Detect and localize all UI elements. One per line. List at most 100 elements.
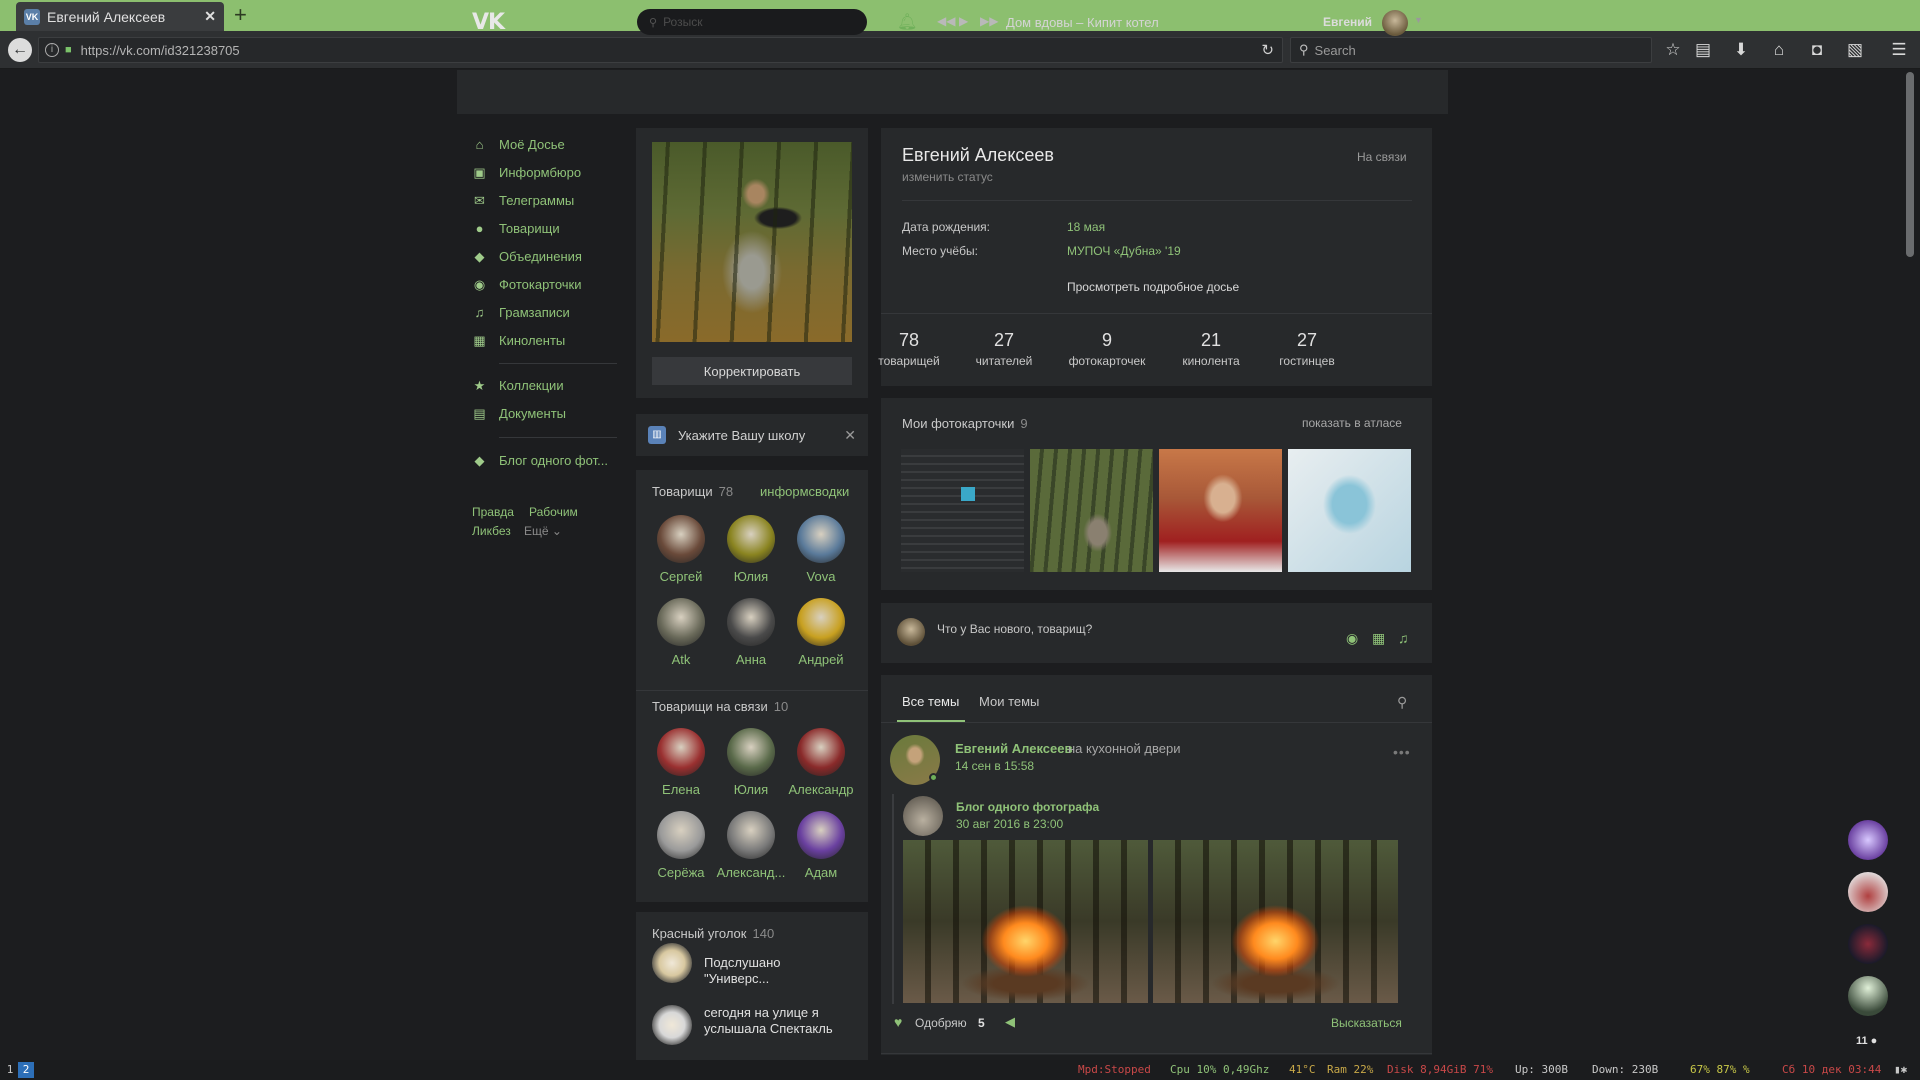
friend-name[interactable]: Юлия xyxy=(716,569,786,584)
header-user-avatar[interactable] xyxy=(1382,10,1408,36)
new-post-input[interactable] xyxy=(937,622,1317,636)
chevron-down-icon[interactable]: ▼ xyxy=(1414,15,1423,25)
friend-item[interactable]: Анна xyxy=(716,598,786,667)
vk-search-box[interactable]: ⚲ xyxy=(637,9,867,35)
friend-name[interactable]: Андрей xyxy=(786,652,856,667)
group-name[interactable]: Подслушано "Универс... xyxy=(704,955,849,987)
full-profile-link[interactable]: Просмотреть подробное досье xyxy=(1067,280,1239,294)
share-megaphone-icon[interactable]: ◀ xyxy=(1005,1014,1015,1030)
menu-item[interactable]: ◉ Фотокарточки xyxy=(472,274,582,294)
info-icon[interactable]: i xyxy=(45,43,59,57)
online-friend-item[interactable]: Серёжа xyxy=(646,811,716,880)
school-prompt[interactable]: ▥ Укажите Вашу школу ✕ xyxy=(636,414,868,456)
footer-link-work[interactable]: Рабочим xyxy=(529,505,578,519)
online-friend-item[interactable]: Адам xyxy=(786,811,856,880)
menu-item[interactable]: ♫ Грамзаписи xyxy=(472,302,570,322)
friend-item[interactable]: Сергей xyxy=(646,515,716,584)
online-friend-item[interactable]: Александр xyxy=(786,728,856,797)
chat-contact-avatar[interactable] xyxy=(1848,924,1888,964)
friends-header[interactable]: Товарищи 78 xyxy=(652,484,733,499)
group-avatar[interactable] xyxy=(652,1005,692,1045)
friend-name[interactable]: Юлия xyxy=(716,782,786,797)
tab-my-topics[interactable]: Мои темы xyxy=(979,694,1039,709)
menu-item[interactable]: ▦ Киноленты xyxy=(472,330,565,350)
online-friend-item[interactable]: Елена xyxy=(646,728,716,797)
url-text[interactable]: https://vk.com/id321238705 xyxy=(81,43,240,58)
group-item[interactable]: Подслушано "Универс... xyxy=(652,943,849,987)
back-arrow-icon[interactable]: ← xyxy=(8,38,32,62)
post-date[interactable]: 14 сен в 15:58 xyxy=(955,759,1034,773)
vk-logo[interactable]: VK xyxy=(472,10,505,35)
more-options-icon[interactable]: ••• xyxy=(1393,744,1411,760)
birthday-value[interactable]: 18 мая xyxy=(1067,220,1105,234)
tab-all-topics[interactable]: Все темы xyxy=(902,694,959,709)
friend-name[interactable]: Александр xyxy=(786,782,856,797)
chat-contact-avatar[interactable] xyxy=(1848,976,1888,1016)
previous-track-icon[interactable]: ◀◀ xyxy=(937,14,955,28)
school-prompt-text[interactable]: Укажите Вашу школу xyxy=(678,428,844,443)
menu-item[interactable]: ▤ Документы xyxy=(472,403,566,423)
post-photo-campfire-1[interactable] xyxy=(903,840,1148,1003)
menu-item[interactable]: ★ Коллекции xyxy=(472,375,564,395)
photo-thumbnail-portrait[interactable] xyxy=(1159,449,1282,572)
home-button-icon[interactable]: ⌂ xyxy=(1768,39,1790,61)
profile-photo[interactable] xyxy=(652,142,852,342)
avatar[interactable] xyxy=(727,811,775,859)
vk-search-input[interactable] xyxy=(663,15,844,29)
friend-name[interactable]: Atk xyxy=(646,652,716,667)
avatar[interactable] xyxy=(797,598,845,646)
friend-name[interactable]: Серёжа xyxy=(646,865,716,880)
camera-icon[interactable]: ◉ xyxy=(1346,630,1358,647)
friend-item[interactable]: Андрей xyxy=(786,598,856,667)
photo-thumbnail-forest[interactable] xyxy=(1030,449,1153,572)
post-photo-campfire-2[interactable] xyxy=(1153,840,1398,1003)
friends-updates-link[interactable]: информсводки xyxy=(760,484,849,499)
friend-name[interactable]: Александ... xyxy=(716,865,786,880)
friend-name[interactable]: Vova xyxy=(786,569,856,584)
chat-contact-avatar[interactable] xyxy=(1848,872,1888,912)
menu-item[interactable]: ✉ Телеграммы xyxy=(472,190,574,210)
avatar[interactable] xyxy=(797,515,845,563)
repost-group-avatar[interactable] xyxy=(903,796,943,836)
download-icon[interactable]: ⬇ xyxy=(1730,39,1752,61)
footer-link-likbez[interactable]: Ликбез xyxy=(472,524,511,538)
extension-icon[interactable]: ▧ xyxy=(1844,39,1866,61)
avatar[interactable] xyxy=(657,515,705,563)
music-icon[interactable]: ♫ xyxy=(1398,630,1409,646)
like-button[interactable]: Одобряю xyxy=(915,1016,967,1030)
groups-header[interactable]: Красный уголок 140 xyxy=(652,926,774,941)
post-author[interactable]: Евгений Алексеев xyxy=(955,741,1072,756)
avatar[interactable] xyxy=(727,598,775,646)
bookmarks-list-icon[interactable]: ▤ xyxy=(1692,39,1714,61)
stat-counter[interactable]: 9 фотокарточек xyxy=(1057,330,1157,368)
stat-counter[interactable]: 21 кинолента xyxy=(1161,330,1261,368)
avatar[interactable] xyxy=(727,728,775,776)
group-item[interactable]: сегодня на улице я услышала Спектакль xyxy=(652,1005,849,1045)
scrollbar-thumb[interactable] xyxy=(1906,72,1914,257)
photo-thumbnail-drawing[interactable] xyxy=(1288,449,1411,572)
avatar[interactable] xyxy=(727,515,775,563)
menu-item[interactable]: ◆ Блог одного фот... xyxy=(472,450,608,470)
online-friend-item[interactable]: Юлия xyxy=(716,728,786,797)
avatar[interactable] xyxy=(657,811,705,859)
menu-hamburger-icon[interactable]: ☰ xyxy=(1888,39,1910,61)
edit-profile-button[interactable]: Корректировать xyxy=(652,357,852,385)
change-status-link[interactable]: изменить статус xyxy=(902,170,993,184)
notifications-bell-icon[interactable]: 🔔︎ xyxy=(897,12,917,32)
avatar[interactable] xyxy=(797,728,845,776)
group-name[interactable]: сегодня на улице я услышала Спектакль xyxy=(704,1005,849,1037)
header-user-name[interactable]: Евгений xyxy=(1323,15,1372,29)
footer-link-pravda[interactable]: Правда xyxy=(472,505,514,519)
friend-item[interactable]: Atk xyxy=(646,598,716,667)
online-friend-item[interactable]: Александ... xyxy=(716,811,786,880)
url-bar[interactable]: i ■ https://vk.com/id321238705 ↻ xyxy=(38,37,1283,63)
avatar[interactable] xyxy=(797,811,845,859)
browser-search-box[interactable]: ⚲ xyxy=(1290,37,1652,63)
next-track-icon[interactable]: ▶▶ xyxy=(980,14,998,28)
friend-name[interactable]: Сергей xyxy=(646,569,716,584)
audio-track-title[interactable]: Дом вдовы – Кипит котел xyxy=(1006,15,1159,30)
avatar[interactable] xyxy=(657,728,705,776)
video-icon[interactable]: ▦ xyxy=(1372,630,1385,647)
online-contacts-count[interactable]: 11 ● xyxy=(1856,1035,1877,1047)
group-avatar[interactable] xyxy=(652,943,692,983)
